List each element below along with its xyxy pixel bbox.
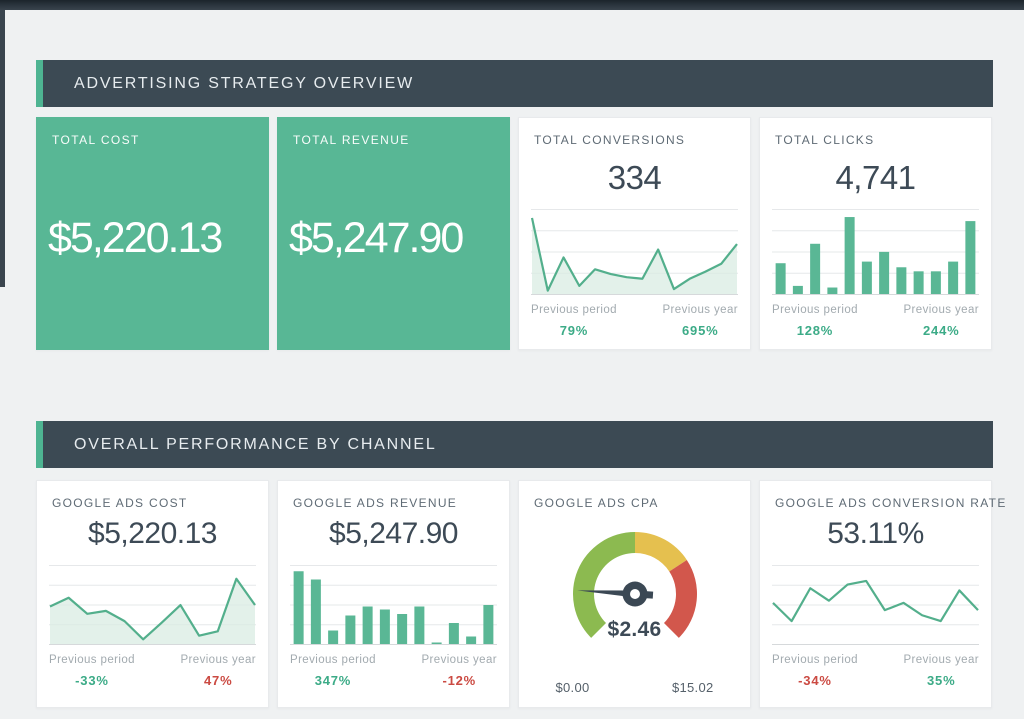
previous-period-label: Previous period: [531, 304, 617, 316]
previous-period-block: Previous period 79%: [531, 304, 617, 338]
card-value: $5,247.90: [289, 214, 505, 263]
cpa-gauge-wrap: $2.46: [519, 520, 750, 680]
card-value: $5,247.90: [278, 517, 509, 551]
google-ads-conversion-rate-line-chart: [772, 565, 979, 645]
gauge-max-label: $15.02: [672, 680, 714, 695]
previous-period-block: Previous period -34%: [772, 654, 858, 688]
comparison-row: Previous period -34% Previous year 35%: [760, 645, 991, 688]
card-title: GOOGLE ADS CPA: [519, 481, 750, 510]
previous-period-value: -34%: [798, 673, 832, 688]
section-header-label: ADVERTISING STRATEGY OVERVIEW: [74, 75, 414, 92]
browser-top-bar: [0, 0, 1024, 10]
previous-year-block: Previous year 47%: [180, 654, 256, 688]
previous-year-value: 244%: [923, 323, 959, 338]
previous-year-value: -12%: [442, 673, 476, 688]
card-value: 4,741: [760, 159, 991, 197]
card-title: TOTAL CLICKS: [760, 118, 991, 147]
previous-period-value: 128%: [797, 323, 833, 338]
card-title: GOOGLE ADS COST: [37, 481, 268, 510]
previous-year-value: 695%: [682, 323, 718, 338]
previous-period-label: Previous period: [772, 304, 858, 316]
google-ads-cost-area-chart: [49, 565, 256, 645]
card-google-ads-conversion-rate: GOOGLE ADS CONVERSION RATE 53.11% Previo…: [759, 480, 992, 708]
previous-year-value: 35%: [927, 673, 955, 688]
google-ads-revenue-bar-chart: [290, 565, 497, 645]
card-value: $5,220.13: [48, 214, 264, 263]
card-title: TOTAL REVENUE: [278, 118, 509, 147]
previous-year-label: Previous year: [662, 304, 738, 316]
card-google-ads-cpa: GOOGLE ADS CPA $2.46 $0.00 $15.02: [518, 480, 751, 708]
previous-year-label: Previous year: [903, 304, 979, 316]
previous-year-label: Previous year: [180, 654, 256, 666]
previous-period-block: Previous period -33%: [49, 654, 135, 688]
card-value: 334: [519, 159, 750, 197]
previous-period-label: Previous period: [772, 654, 858, 666]
comparison-row: Previous period 128% Previous year 244%: [760, 295, 991, 338]
gauge-scale: $0.00 $15.02: [556, 680, 714, 695]
previous-period-block: Previous period 128%: [772, 304, 858, 338]
comparison-row: Previous period 347% Previous year -12%: [278, 645, 509, 688]
card-value: 53.11%: [760, 517, 991, 551]
total-conversions-area-chart: [531, 209, 738, 295]
previous-period-value: -33%: [75, 673, 109, 688]
previous-year-block: Previous year 695%: [662, 304, 738, 338]
previous-year-block: Previous year -12%: [421, 654, 497, 688]
previous-period-block: Previous period 347%: [290, 654, 376, 688]
previous-year-value: 47%: [204, 673, 232, 688]
card-total-revenue: TOTAL REVENUE $5,247.90: [277, 117, 510, 350]
previous-year-block: Previous year 35%: [903, 654, 979, 688]
section-header-label: OVERALL PERFORMANCE BY CHANNEL: [74, 436, 437, 453]
left-edge-strip: [0, 10, 5, 287]
previous-period-value: 347%: [315, 673, 351, 688]
previous-year-label: Previous year: [421, 654, 497, 666]
previous-period-value: 79%: [560, 323, 588, 338]
card-google-ads-revenue: GOOGLE ADS REVENUE $5,247.90 Previous pe…: [277, 480, 510, 708]
previous-year-block: Previous year 244%: [903, 304, 979, 338]
comparison-row: Previous period 79% Previous year 695%: [519, 295, 750, 338]
section-header-performance-by-channel: OVERALL PERFORMANCE BY CHANNEL: [36, 421, 993, 468]
card-title: GOOGLE ADS REVENUE: [278, 481, 509, 510]
gauge-min-label: $0.00: [556, 680, 590, 695]
previous-period-label: Previous period: [290, 654, 376, 666]
total-clicks-bar-chart: [772, 209, 979, 295]
card-total-conversions: TOTAL CONVERSIONS 334 Previous period 79…: [518, 117, 751, 350]
section-header-advertising-overview: ADVERTISING STRATEGY OVERVIEW: [36, 60, 993, 107]
card-title: TOTAL COST: [37, 118, 268, 147]
card-total-cost: TOTAL COST $5,220.13: [36, 117, 269, 350]
card-google-ads-cost: GOOGLE ADS COST $5,220.13 Previous perio…: [36, 480, 269, 708]
card-total-clicks: TOTAL CLICKS 4,741 Previous period 128% …: [759, 117, 992, 350]
card-value: $5,220.13: [37, 517, 268, 551]
card-title: GOOGLE ADS CONVERSION RATE: [760, 481, 991, 510]
comparison-row: Previous period -33% Previous year 47%: [37, 645, 268, 688]
previous-period-label: Previous period: [49, 654, 135, 666]
previous-year-label: Previous year: [903, 654, 979, 666]
gauge-value: $2.46: [519, 618, 750, 642]
card-title: TOTAL CONVERSIONS: [519, 118, 750, 147]
